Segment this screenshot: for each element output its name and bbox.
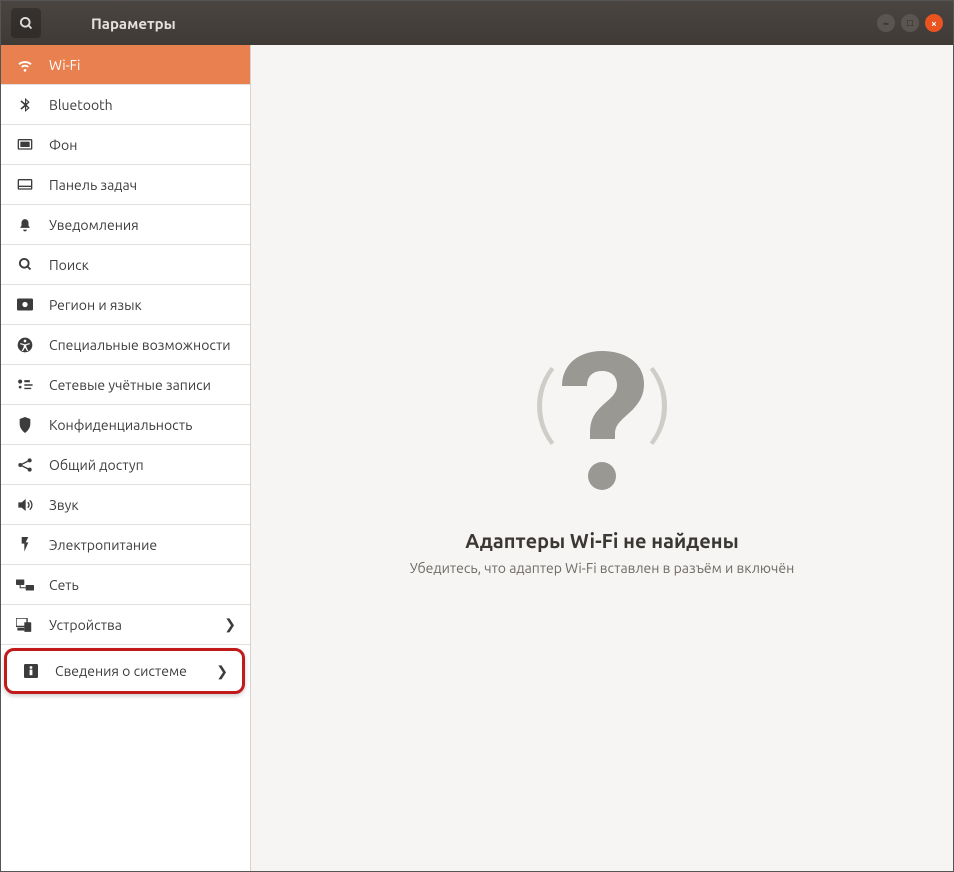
sidebar-item-label: Специальные возможности <box>49 337 236 353</box>
sidebar-item-label: Электропитание <box>49 537 236 553</box>
window-controls: – □ × <box>877 14 943 32</box>
sidebar-item-label: Устройства <box>49 617 224 633</box>
title-bar: Параметры – □ × <box>1 1 953 45</box>
privacy-icon <box>15 417 35 433</box>
minimize-button[interactable]: – <box>877 14 895 32</box>
bell-icon <box>15 217 35 233</box>
sidebar-item-label: Сведения о системе <box>55 663 216 679</box>
settings-window: Параметры – □ × Wi-Fi Bluetooth Фон Панель … <box>0 0 954 872</box>
sidebar-item-background[interactable]: Фон <box>1 125 250 165</box>
network-icon <box>15 578 35 592</box>
devices-icon <box>15 618 35 632</box>
wifi-icon <box>15 57 35 73</box>
sound-icon <box>15 498 35 512</box>
sidebar-item-wifi[interactable]: Wi-Fi <box>1 45 250 85</box>
dock-icon <box>15 178 35 192</box>
sidebar-item-label: Поиск <box>49 257 236 273</box>
sidebar-item-label: Конфиденциальность <box>49 417 236 433</box>
empty-state-subtitle: Убедитесь, что адаптер Wi-Fi вставлен в … <box>410 560 795 576</box>
highlighted-item: Сведения о системе❯ <box>4 648 245 694</box>
empty-state-graphic: ( ) <box>538 341 665 501</box>
sidebar-item-label: Фон <box>49 137 236 153</box>
empty-state-title: Адаптеры Wi-Fi не найдены <box>465 529 738 552</box>
maximize-button[interactable]: □ <box>901 14 919 32</box>
sidebar-item-bell[interactable]: Уведомления <box>1 205 250 245</box>
accounts-icon <box>15 378 35 392</box>
sidebar-item-label: Wi-Fi <box>49 57 236 73</box>
search-icon <box>15 257 35 272</box>
window-body: Wi-Fi Bluetooth Фон Панель задач Уведомления… <box>1 45 953 871</box>
sidebar-item-label: Регион и язык <box>49 297 236 313</box>
close-button[interactable]: × <box>925 14 943 32</box>
sidebar-item-dock[interactable]: Панель задач <box>1 165 250 205</box>
sidebar-item-devices[interactable]: Устройства❯ <box>1 605 250 645</box>
sidebar-item-label: Сеть <box>49 577 236 593</box>
chevron-right-icon: ❯ <box>224 616 236 633</box>
sidebar-item-accessibility[interactable]: Специальные возможности <box>1 325 250 365</box>
region-icon <box>15 298 35 311</box>
accessibility-icon <box>15 337 35 353</box>
question-mark-icon <box>547 341 657 501</box>
info-icon <box>21 664 41 678</box>
paren-right-icon: ) <box>649 356 674 446</box>
sidebar-item-power[interactable]: Электропитание <box>1 525 250 565</box>
chevron-right-icon: ❯ <box>216 663 228 680</box>
paren-left-icon: ( <box>530 356 555 446</box>
sidebar-item-label: Панель задач <box>49 177 236 193</box>
sidebar-item-privacy[interactable]: Конфиденциальность <box>1 405 250 445</box>
search-button[interactable] <box>11 8 41 38</box>
power-icon <box>15 537 35 553</box>
window-title: Параметры <box>91 15 176 32</box>
background-icon <box>15 138 35 152</box>
sidebar-item-label: Звук <box>49 497 236 513</box>
sidebar-item-label: Уведомления <box>49 217 236 233</box>
sidebar-item-bluetooth[interactable]: Bluetooth <box>1 85 250 125</box>
sidebar-item-label: Сетевые учётные записи <box>49 377 236 393</box>
bluetooth-icon <box>15 97 35 113</box>
sidebar-item-label: Общий доступ <box>49 457 236 473</box>
sidebar-item-search[interactable]: Поиск <box>1 245 250 285</box>
sidebar: Wi-Fi Bluetooth Фон Панель задач Уведомления… <box>1 45 251 871</box>
sidebar-item-share[interactable]: Общий доступ <box>1 445 250 485</box>
sidebar-item-region[interactable]: Регион и язык <box>1 285 250 325</box>
sidebar-item-label: Bluetooth <box>49 97 236 113</box>
share-icon <box>15 457 35 473</box>
sidebar-item-network[interactable]: Сеть <box>1 565 250 605</box>
sidebar-item-info[interactable]: Сведения о системе❯ <box>7 651 242 691</box>
sidebar-item-accounts[interactable]: Сетевые учётные записи <box>1 365 250 405</box>
content-pane: ( ) Адаптеры Wi-Fi не найдены Убедитесь,… <box>251 45 953 871</box>
sidebar-item-sound[interactable]: Звук <box>1 485 250 525</box>
